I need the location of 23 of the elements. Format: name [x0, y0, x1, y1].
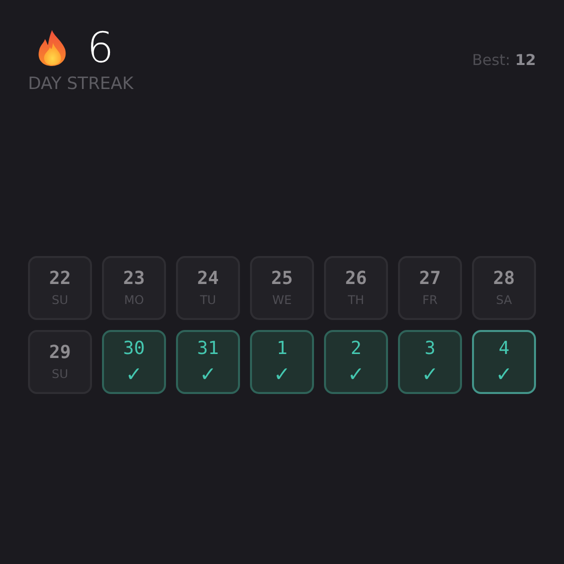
check-icon: ✓ [422, 363, 438, 385]
day-number: 31 [197, 339, 219, 359]
streak-count: 6 [87, 26, 114, 70]
day-number: 3 [424, 339, 436, 359]
check-icon: ✓ [348, 363, 364, 385]
day-number: 26 [345, 269, 367, 289]
check-icon: ✓ [200, 363, 216, 385]
streak-label: DAY STREAK [28, 74, 134, 94]
day-number: 27 [419, 269, 441, 289]
check-icon: ✓ [496, 363, 512, 385]
day-number: 22 [49, 269, 71, 289]
day-number: 2 [350, 339, 362, 359]
day-number: 25 [271, 269, 293, 289]
day-number: 28 [493, 269, 515, 289]
day-number: 23 [123, 269, 145, 289]
day-number: 24 [197, 269, 219, 289]
day-number: 30 [123, 339, 145, 359]
check-icon: ✓ [126, 363, 142, 385]
day-number: 29 [49, 343, 71, 363]
flame-icon [37, 29, 67, 67]
check-icon: ✓ [274, 363, 290, 385]
day-number: 4 [498, 339, 510, 359]
day-number: 1 [276, 339, 288, 359]
